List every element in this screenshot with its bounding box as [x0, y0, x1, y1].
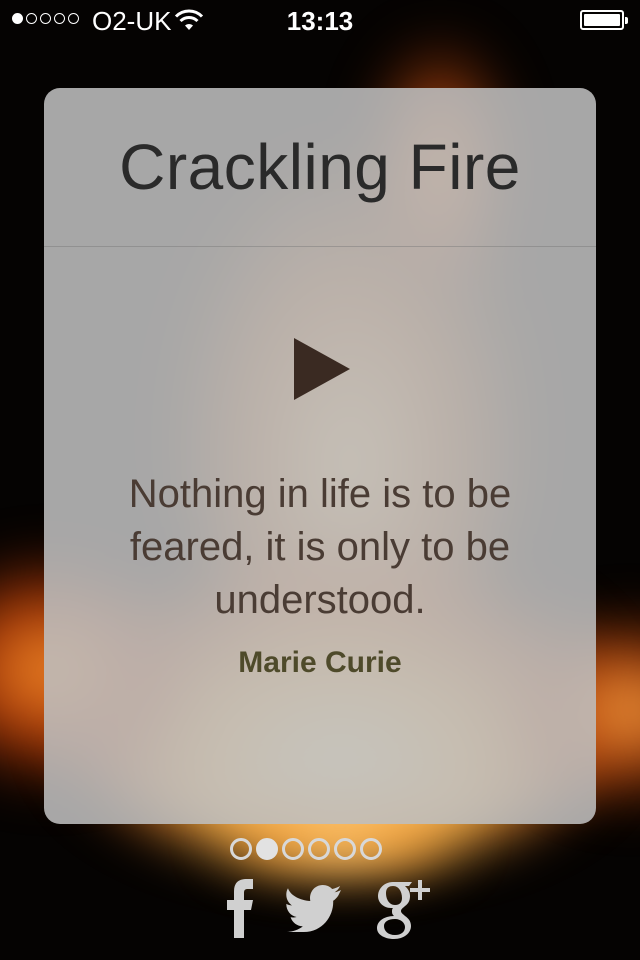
page-dot[interactable]: [334, 838, 356, 860]
page-dot[interactable]: [230, 838, 252, 860]
page-dot[interactable]: [360, 838, 382, 860]
google-plus-icon[interactable]: [374, 878, 432, 940]
page-indicator[interactable]: [230, 838, 382, 860]
page-dot[interactable]: [282, 838, 304, 860]
quote-author: Marie Curie: [238, 646, 402, 679]
battery-icon: [580, 10, 628, 30]
twitter-icon[interactable]: [286, 884, 342, 932]
page-dot[interactable]: [308, 838, 330, 860]
clock: 13:13: [286, 6, 354, 36]
quote-text: Nothing in life is to be feared, it is o…: [128, 472, 512, 622]
facebook-icon[interactable]: [226, 878, 254, 938]
page-dot-active[interactable]: [256, 838, 278, 860]
status-bar: O2-UK 13:13: [0, 0, 640, 40]
card-title: Crackling Fire: [44, 88, 596, 247]
play-icon[interactable]: [292, 336, 352, 402]
sound-card: Crackling Fire Nothing in life is to be …: [44, 88, 596, 824]
